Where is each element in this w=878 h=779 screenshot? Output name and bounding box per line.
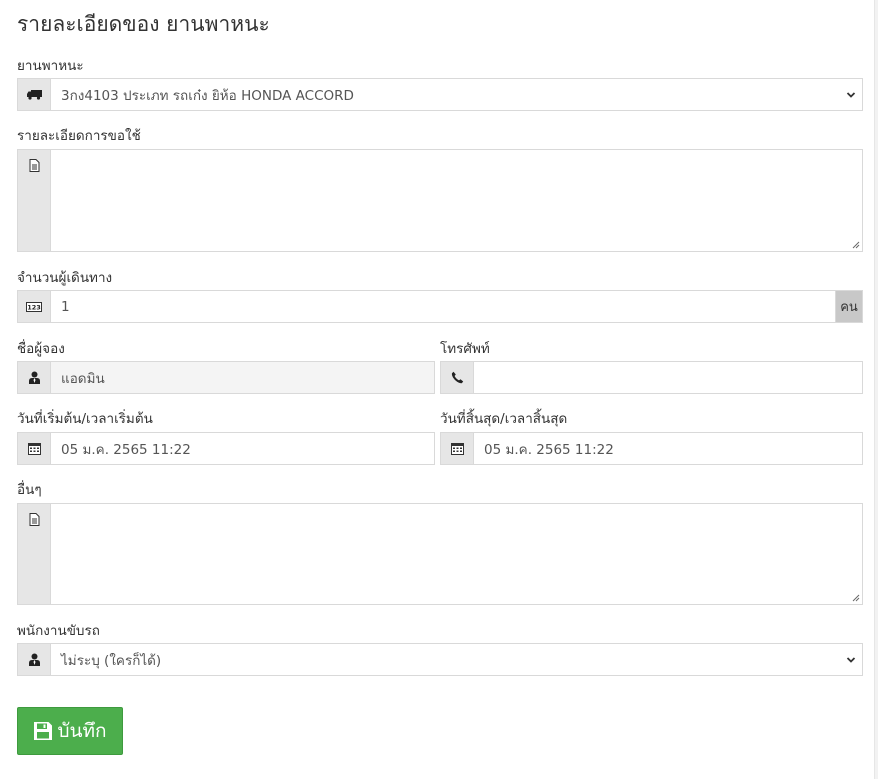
driver-select-value[interactable]: ไม่ระบุ (ใครก็ได้)	[51, 644, 862, 675]
number-123-icon: 123	[18, 291, 51, 322]
save-button[interactable]: บันทึก	[17, 707, 123, 755]
document-icon	[18, 150, 51, 251]
booker-input-group: แอดมิน	[17, 361, 435, 394]
truck-icon	[18, 79, 51, 110]
phone-label: โทรศัพท์	[440, 341, 490, 357]
calendar-icon	[18, 433, 51, 464]
phone-icon	[441, 362, 474, 393]
floppy-disk-icon	[34, 722, 53, 740]
driver-label: พนักงานขับรถ	[17, 623, 100, 639]
save-button-label: บันทึก	[57, 720, 107, 742]
request-detail-label: รายละเอียดการขอใช้	[17, 128, 141, 144]
form-panel: รายละเอียดของ ยานพาหนะ ยานพาหนะ 3กง4103 …	[0, 0, 875, 779]
request-detail-input[interactable]	[51, 150, 862, 251]
resize-handle-icon[interactable]	[852, 594, 860, 602]
chevron-down-icon	[846, 91, 856, 98]
user-icon	[18, 362, 51, 393]
other-input[interactable]	[51, 504, 862, 604]
phone-input[interactable]	[474, 362, 862, 393]
resize-handle-icon[interactable]	[852, 241, 860, 249]
other-label: อื่นๆ	[17, 482, 42, 498]
booker-label: ชื่อผู้จอง	[17, 341, 65, 357]
other-textarea[interactable]	[17, 503, 863, 605]
page-title: รายละเอียดของ ยานพาหนะ	[17, 12, 270, 36]
start-datetime-input[interactable]: 05 ม.ค. 2565 11:22	[51, 433, 434, 464]
chevron-down-icon	[846, 656, 856, 663]
end-datetime-value: 05 ม.ค. 2565 11:22	[484, 441, 614, 458]
driver-select[interactable]: ไม่ระบุ (ใครก็ได้)	[17, 643, 863, 676]
passengers-label: จำนวนผู้เดินทาง	[17, 270, 113, 286]
end-datetime-group: 05 ม.ค. 2565 11:22	[440, 432, 863, 465]
passengers-value: 1	[61, 298, 70, 315]
vehicle-label: ยานพาหนะ	[17, 58, 84, 74]
vehicle-select[interactable]: 3กง4103 ประเภท รถเก๋ง ยิห้อ HONDA ACCORD	[17, 78, 863, 111]
svg-text:123: 123	[27, 303, 41, 311]
driver-selected-text: ไม่ระบุ (ใครก็ได้)	[61, 652, 162, 669]
start-datetime-label: วันที่เริ่มต้น/เวลาเริ่มต้น	[17, 411, 153, 427]
booker-value: แอดมิน	[61, 370, 105, 387]
user-icon	[18, 644, 51, 675]
vehicle-select-value[interactable]: 3กง4103 ประเภท รถเก๋ง ยิห้อ HONDA ACCORD	[51, 79, 862, 110]
vehicle-selected-text: 3กง4103 ประเภท รถเก๋ง ยิห้อ HONDA ACCORD	[61, 87, 354, 104]
calendar-icon	[441, 433, 474, 464]
end-datetime-label: วันที่สิ้นสุด/เวลาสิ้นสุด	[440, 411, 568, 427]
passengers-input-group: 123 1 คน	[17, 290, 863, 323]
start-datetime-value: 05 ม.ค. 2565 11:22	[61, 441, 191, 458]
phone-input-group	[440, 361, 863, 394]
passengers-unit: คน	[835, 291, 862, 322]
document-icon	[18, 504, 51, 604]
booker-input: แอดมิน	[51, 362, 434, 393]
start-datetime-group: 05 ม.ค. 2565 11:22	[17, 432, 435, 465]
request-detail-textarea[interactable]	[17, 149, 863, 252]
passengers-input[interactable]: 1	[51, 291, 835, 322]
end-datetime-input[interactable]: 05 ม.ค. 2565 11:22	[474, 433, 862, 464]
